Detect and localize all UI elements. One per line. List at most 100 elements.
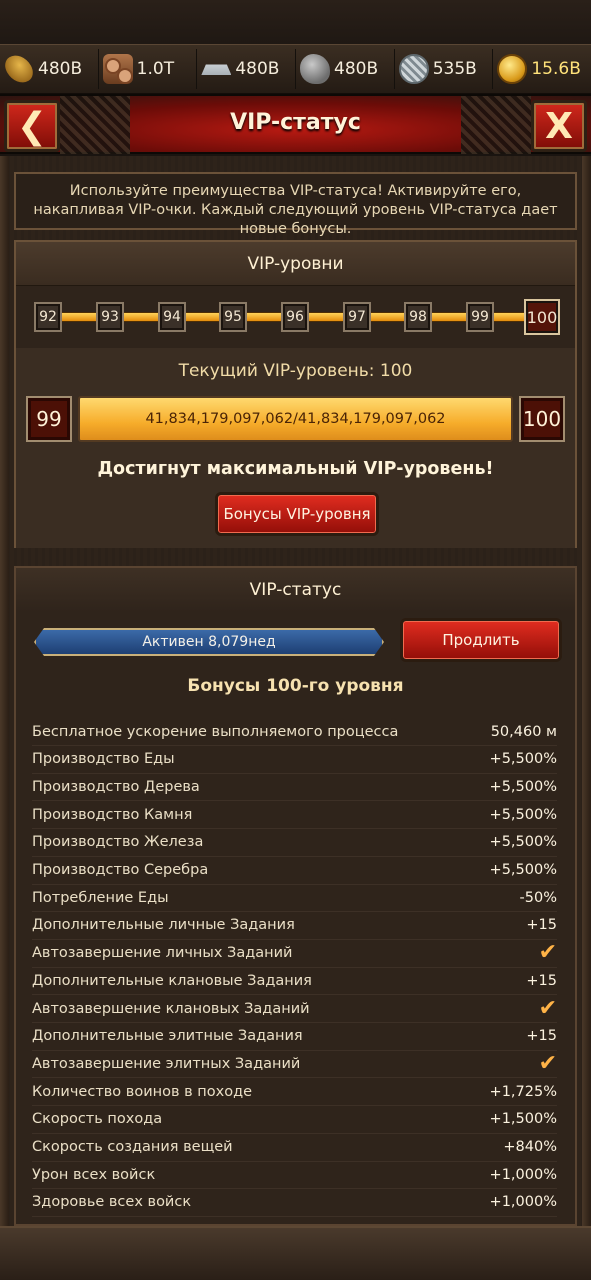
bonus-value: +5,500% xyxy=(489,778,557,795)
level-node[interactable]: 96 xyxy=(281,302,309,332)
bonus-row: Скорость создания вещей +840% xyxy=(32,1134,557,1162)
level-node-current[interactable]: 100 xyxy=(524,299,560,335)
resource-bar: 480B 1.0T 480B 480B 535B 15.6B xyxy=(0,44,591,94)
bonus-name: Дополнительные личные Задания xyxy=(32,917,295,934)
vip-progress-bar: 41,834,179,097,062/41,834,179,097,062 xyxy=(78,396,513,442)
vip-levels-panel: VIP-уровни 92 93 94 95 96 97 98 99 100 Т… xyxy=(14,240,577,548)
level-node[interactable]: 99 xyxy=(466,302,494,332)
bonus-button-row: Бонусы VIP-уровня xyxy=(16,486,575,548)
gold-coin-icon xyxy=(497,54,528,84)
main-content: Используйте преимущества VIP-статуса! Ак… xyxy=(0,156,591,1226)
close-button[interactable]: X xyxy=(531,100,587,152)
page-title: VIP-статус xyxy=(230,110,361,135)
bonus-value: -50% xyxy=(519,889,557,906)
vip-progress-row: 99 41,834,179,097,062/41,834,179,097,062… xyxy=(16,394,575,452)
resource-food[interactable]: 480B xyxy=(0,49,99,89)
check-icon: ✔ xyxy=(538,1050,557,1076)
bonus-row: Производство Серебра +5,500% xyxy=(32,857,557,885)
bonus-row: Количество воинов в походе +1,725% xyxy=(32,1078,557,1107)
vip-levels-track: 92 93 94 95 96 97 98 99 100 xyxy=(16,286,575,348)
bonus-name: Автозавершение клановых Заданий xyxy=(32,1000,310,1017)
check-icon: ✔ xyxy=(538,940,557,966)
bonus-list-title: Бонусы 100-го уровня xyxy=(187,676,404,696)
bonus-row: Производство Камня +5,500% xyxy=(32,801,557,830)
current-vip-level: Текущий VIP-уровень: 100 xyxy=(16,348,575,394)
bonus-row: Дополнительные клановые Задания +15 xyxy=(32,967,557,996)
bonus-row: Производство Дерева +5,500% xyxy=(32,773,557,802)
wood-logs-icon xyxy=(102,54,133,84)
check-icon: ✔ xyxy=(538,995,557,1021)
bonus-name: Дополнительные элитные Задания xyxy=(32,1028,303,1045)
bonus-row: Скорость похода +1,500% xyxy=(32,1106,557,1134)
level-node[interactable]: 92 xyxy=(34,302,62,332)
bonus-name: Здоровье всех войск xyxy=(32,1194,192,1211)
bonus-row: Здоровье всех войск +1,000% xyxy=(32,1189,557,1217)
level-node[interactable]: 93 xyxy=(96,302,124,332)
level-node[interactable]: 98 xyxy=(404,302,432,332)
bonus-value: +5,500% xyxy=(489,862,557,878)
status-bar xyxy=(0,0,591,44)
bonus-name: Скорость создания вещей xyxy=(32,1139,233,1155)
bonus-row: Урон всех войск +1,000% xyxy=(32,1161,557,1190)
resource-stone[interactable]: 480B xyxy=(296,49,395,89)
bonus-row: Производство Еды +5,500% xyxy=(32,746,557,774)
resource-value: 1.0T xyxy=(136,59,175,79)
progress-to-level: 100 xyxy=(519,396,565,442)
bonus-value: +1,500% xyxy=(489,1111,557,1128)
vip-status-panel: VIP-статус Активен 8,079нед Продлить Бон… xyxy=(14,566,577,1226)
bonus-value: +1,725% xyxy=(489,1083,557,1100)
bonus-name: Бесплатное ускорение выполняемого процес… xyxy=(32,723,399,740)
resource-value: 535B xyxy=(432,59,477,79)
button-label: Бонусы VIP-уровня xyxy=(223,505,371,523)
button-label: Продлить xyxy=(442,631,520,649)
stone-icon xyxy=(300,54,331,84)
bonus-name: Потребление Еды xyxy=(32,889,169,906)
bonus-row: Автозавершение элитных Заданий ✔ xyxy=(32,1050,557,1079)
bonus-name: Дополнительные клановые Задания xyxy=(32,972,312,989)
bonus-name: Производство Еды xyxy=(32,751,175,768)
level-node[interactable]: 97 xyxy=(343,302,371,332)
bonus-value: 50,460 м xyxy=(490,723,557,740)
bonus-row: Дополнительные элитные Задания +15 xyxy=(32,1023,557,1051)
active-text: Активен 8,079нед xyxy=(142,634,276,650)
vip-active-status: Активен 8,079нед xyxy=(34,628,384,656)
bonus-name: Производство Железа xyxy=(32,834,204,851)
bonus-name: Производство Камня xyxy=(32,806,193,823)
vip-level-bonuses-button[interactable]: Бонусы VIP-уровня xyxy=(215,492,379,536)
bonus-row: Автозавершение личных Заданий ✔ xyxy=(32,940,557,968)
page-header: ❮ VIP-статус X xyxy=(0,94,591,154)
bonus-name: Количество воинов в походе xyxy=(32,1083,253,1100)
bonus-row: Дополнительные личные Задания +15 xyxy=(32,912,557,940)
wheat-icon xyxy=(1,50,37,88)
intro-text: Используйте преимущества VIP-статуса! Ак… xyxy=(14,172,577,237)
bonus-value: +5,500% xyxy=(489,834,557,851)
bonus-row: Бесплатное ускорение выполняемого процес… xyxy=(32,718,557,746)
resource-value: 15.6B xyxy=(531,59,581,79)
resource-value: 480B xyxy=(235,59,280,79)
progress-from-level: 99 xyxy=(26,396,72,442)
resource-silver[interactable]: 535B xyxy=(395,49,494,89)
bonus-value: +840% xyxy=(503,1139,557,1155)
level-node[interactable]: 94 xyxy=(158,302,186,332)
resource-value: 480B xyxy=(38,59,83,79)
progress-text: 41,834,179,097,062/41,834,179,097,062 xyxy=(145,411,446,427)
bonus-row: Автозавершение клановых Заданий ✔ xyxy=(32,995,557,1023)
resource-gold[interactable]: 15.6B xyxy=(493,49,591,89)
silver-icon xyxy=(398,54,429,84)
resource-iron[interactable]: 480B xyxy=(197,49,297,89)
resource-wood[interactable]: 1.0T xyxy=(99,49,198,89)
level-node[interactable]: 95 xyxy=(219,302,247,332)
bonus-value: +15 xyxy=(526,917,557,934)
bonus-name: Урон всех войск xyxy=(32,1166,156,1183)
bonus-value: +1,000% xyxy=(489,1166,557,1183)
extend-button[interactable]: Продлить xyxy=(400,618,562,662)
bonus-row: Потребление Еды -50% xyxy=(32,884,557,913)
bonus-row: Производство Железа +5,500% xyxy=(32,829,557,857)
iron-ingot-icon xyxy=(201,64,232,75)
bonus-name: Скорость похода xyxy=(32,1111,163,1128)
resource-value: 480B xyxy=(334,59,379,79)
bonus-value: +5,500% xyxy=(489,751,557,768)
bonus-value: +15 xyxy=(526,1028,557,1045)
close-icon: X xyxy=(545,105,573,147)
bonus-value: +5,500% xyxy=(489,806,557,823)
